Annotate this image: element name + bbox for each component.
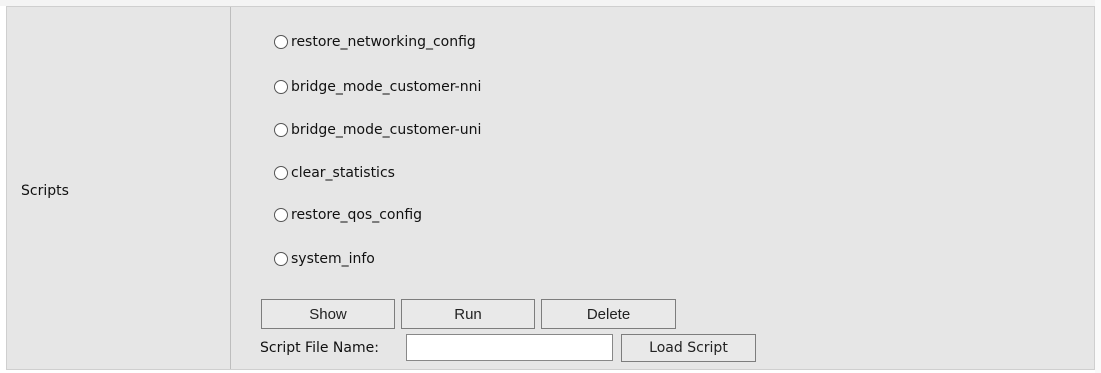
radio-button[interactable] — [274, 252, 288, 266]
right-edge — [1095, 0, 1101, 373]
script-option-label: bridge_mode_customer-uni — [291, 122, 482, 138]
script-option[interactable]: clear_statistics — [274, 165, 395, 181]
radio-button[interactable] — [274, 123, 288, 137]
script-option[interactable]: bridge_mode_customer-uni — [274, 122, 481, 138]
script-option[interactable]: restore_qos_config — [274, 207, 422, 223]
run-button[interactable]: Run — [401, 299, 535, 329]
label-cell: Scripts — [7, 7, 231, 369]
show-button[interactable]: Show — [261, 299, 395, 329]
script-file-name-input[interactable] — [406, 334, 613, 361]
script-option-label: system_info — [291, 251, 375, 267]
scripts-row: Scripts restore_networking_config bridge… — [6, 6, 1095, 370]
radio-button[interactable] — [274, 80, 288, 94]
load-script-button[interactable]: Load Script — [621, 334, 756, 362]
radio-button[interactable] — [274, 35, 288, 49]
script-option[interactable]: system_info — [274, 251, 375, 267]
script-option-label: restore_qos_config — [291, 207, 423, 223]
script-option-label: bridge_mode_customer-nni — [291, 79, 482, 95]
script-option[interactable]: bridge_mode_customer-nni — [274, 79, 481, 95]
scripts-panel: Scripts restore_networking_config bridge… — [0, 0, 1101, 373]
delete-button[interactable]: Delete — [541, 299, 676, 329]
radio-button[interactable] — [274, 208, 288, 222]
script-file-name-label: Script File Name: — [260, 340, 379, 356]
script-option-label: restore_networking_config — [291, 34, 476, 50]
script-option-label: clear_statistics — [291, 165, 395, 181]
scripts-label: Scripts — [21, 183, 69, 199]
radio-button[interactable] — [274, 166, 288, 180]
script-option[interactable]: restore_networking_config — [274, 34, 476, 50]
